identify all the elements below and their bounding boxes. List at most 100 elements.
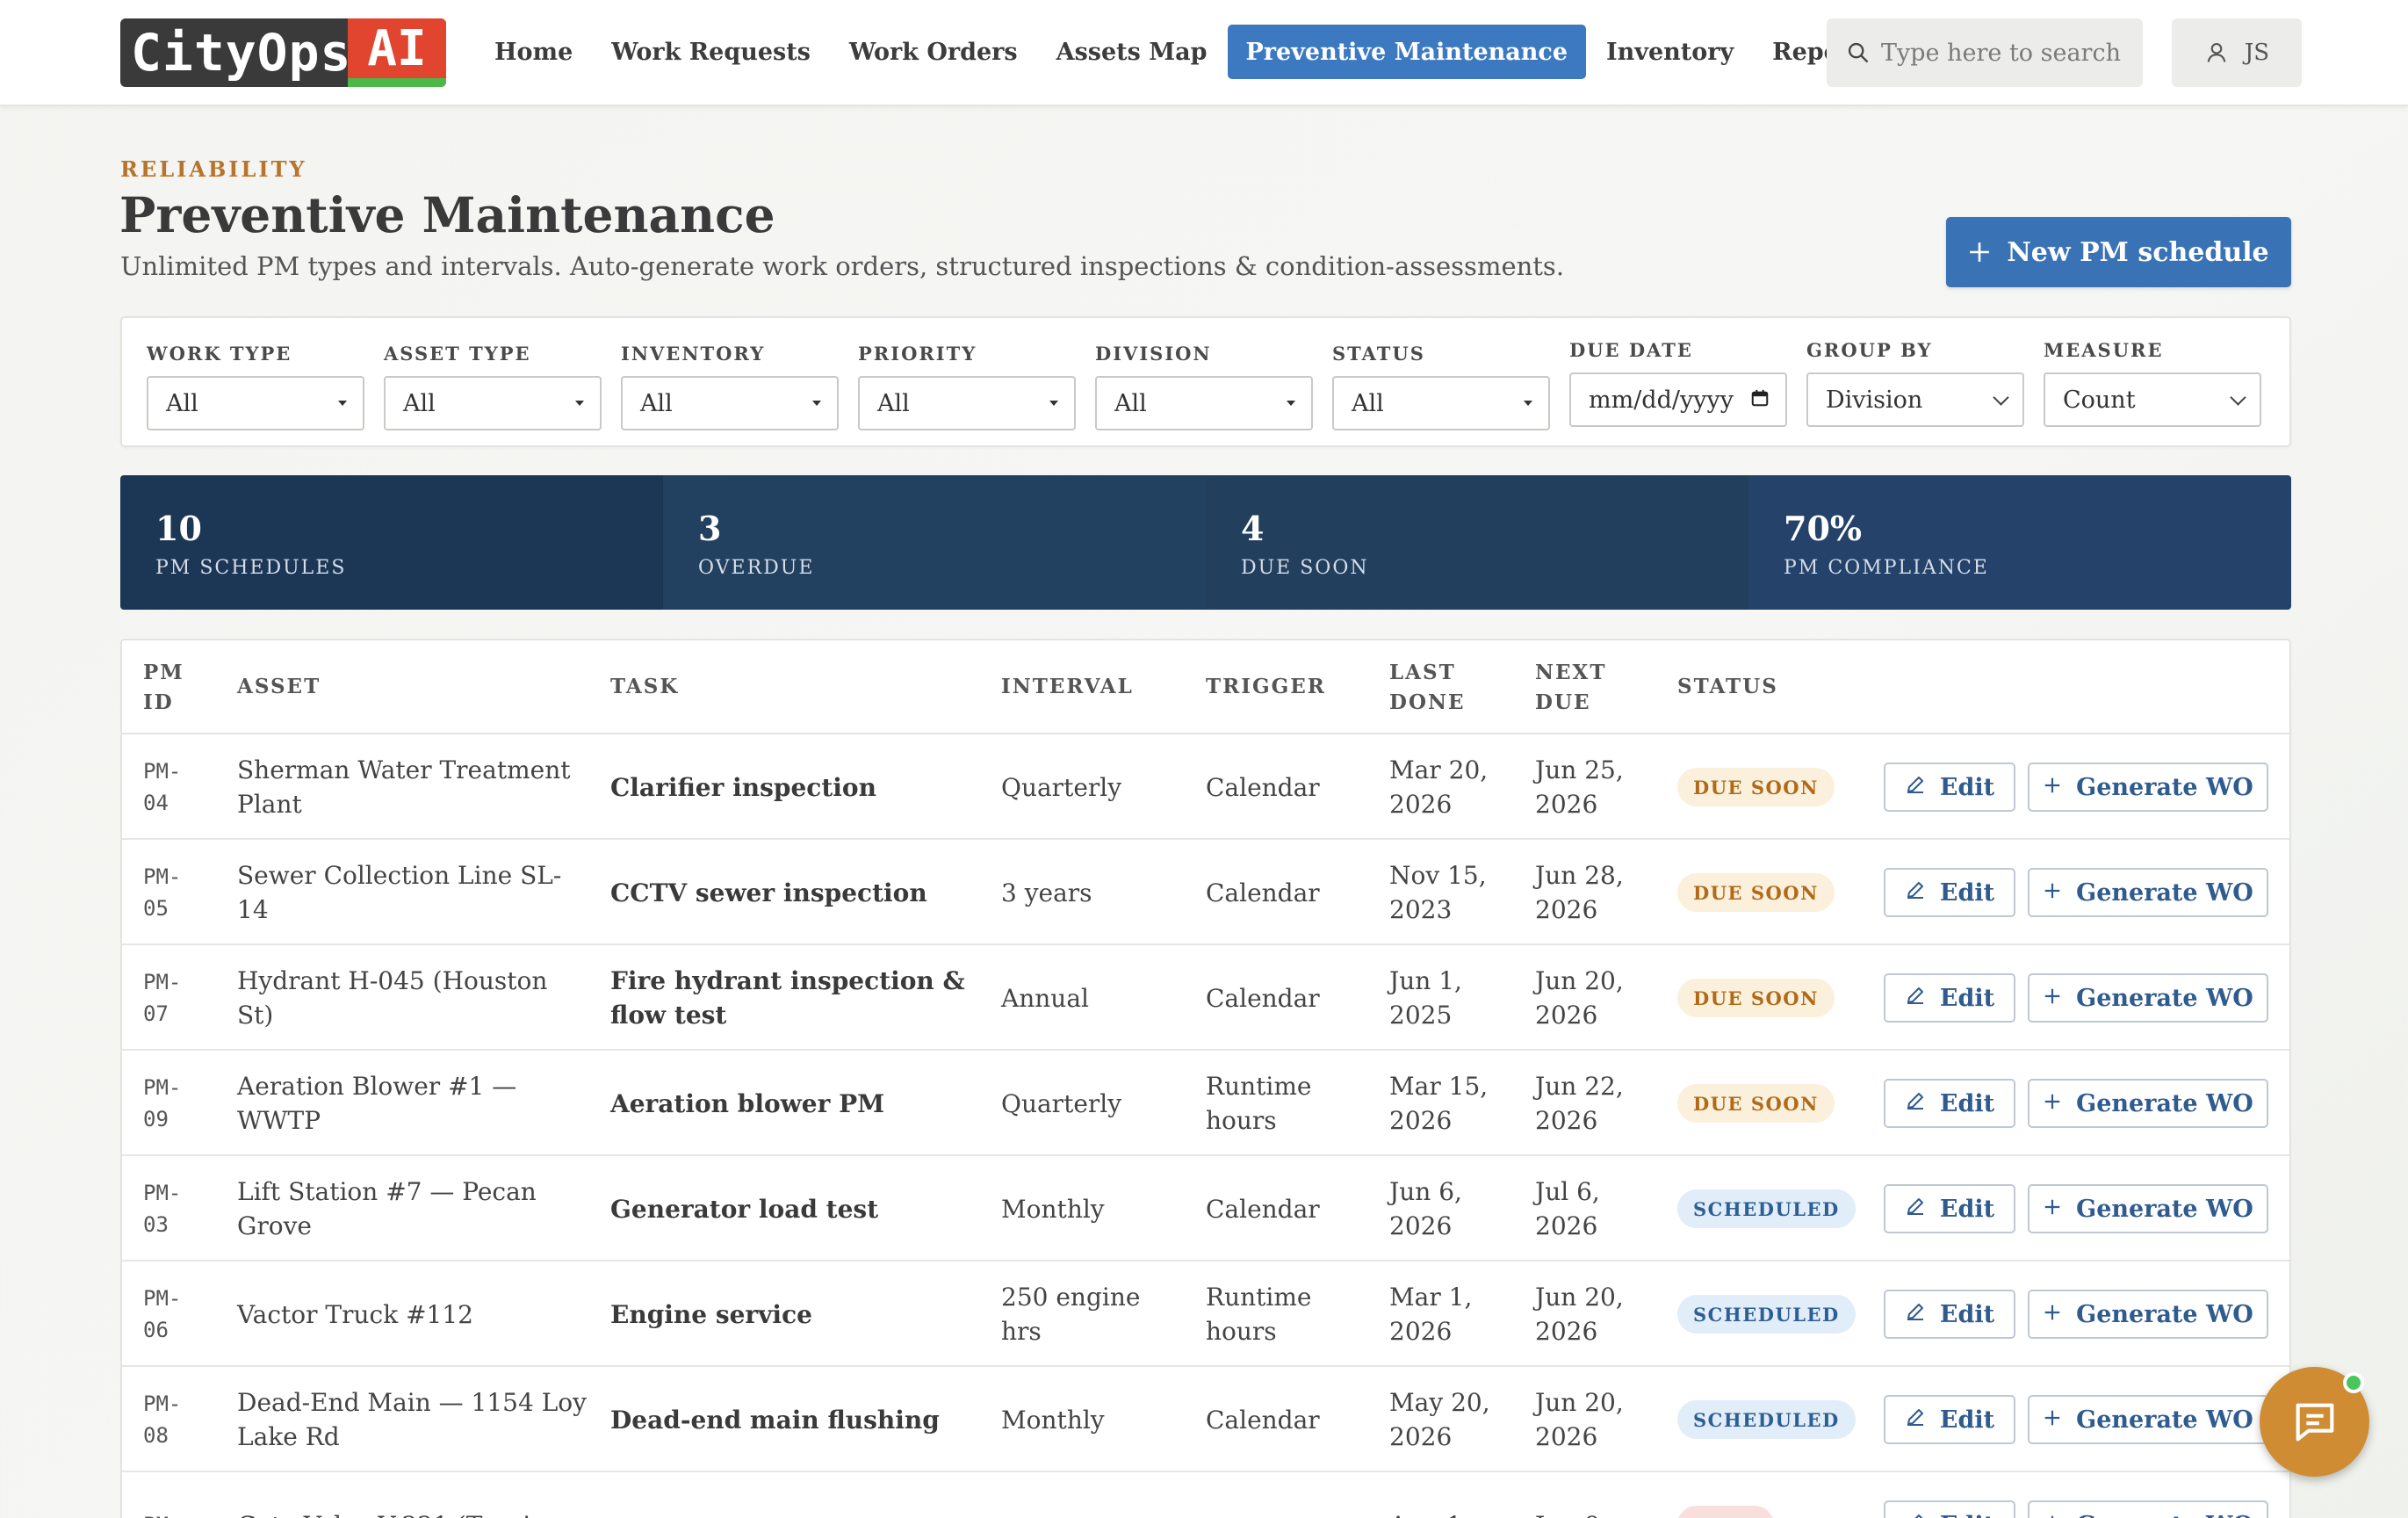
filter-select[interactable]: Division [1806, 372, 2024, 427]
filter-select[interactable]: All [1095, 376, 1313, 430]
stat-value: 3 [698, 509, 722, 548]
asset-cell[interactable]: Gate Valve V-221 (Travis [237, 1508, 588, 1518]
generate-wo-button[interactable]: Generate WO [2028, 1290, 2268, 1339]
task-cell[interactable]: CCTV sewer inspection [610, 876, 979, 910]
nav-item-work-requests[interactable]: Work Requests [593, 25, 829, 79]
asset-cell[interactable]: Aeration Blower #1 — WWTP [237, 1069, 588, 1138]
last-done-cell-line: Mar 1, [1389, 1283, 1473, 1312]
filter-label: DIVISION [1095, 343, 1212, 365]
filter-inventory: INVENTORY All [621, 343, 839, 430]
main-nav: Home Work Requests Work Orders Assets Map Pr… [476, 25, 1897, 79]
filter-select[interactable]: All [384, 376, 602, 430]
trigger-cell-line: Calendar [1206, 1194, 1320, 1224]
table-row[interactable]: PM- Gate Valve V-221 (Travis Aug 1, Jun 9, E… [122, 1472, 2289, 1518]
generate-wo-button[interactable]: Generate WO [2028, 763, 2268, 812]
generate-wo-label: Generate WO [2076, 1406, 2253, 1434]
interval-cell-line: Quarterly [1001, 1088, 1122, 1118]
calendar-icon[interactable] [1750, 387, 1770, 414]
pm-id-cell-line: PM- [143, 864, 182, 889]
asset-cell[interactable]: Dead-End Main — 1154 Loy Lake Rd [237, 1385, 588, 1454]
task-cell[interactable]: Aeration blower PM [610, 1087, 979, 1121]
trigger-cell: Runtime hours [1206, 1069, 1311, 1138]
edit-button[interactable]: Edit [1884, 763, 2015, 812]
generate-wo-button[interactable]: Generate WO [2028, 1079, 2268, 1128]
generate-wo-button[interactable]: Generate WO [2028, 868, 2268, 917]
logo-text: CityOps [131, 23, 352, 83]
task-cell[interactable]: Engine service [610, 1298, 979, 1332]
next-due-cell-line: Jun 20, [1535, 1388, 1624, 1417]
user-icon [2207, 43, 2226, 62]
stat-label: PM COMPLIANCE [1784, 557, 1989, 579]
task-cell-line: Engine service [610, 1299, 812, 1329]
task-cell[interactable]: Fire hydrant inspection & flow test [610, 964, 979, 1032]
nav-item-home[interactable]: Home [476, 25, 591, 79]
asset-cell[interactable]: Hydrant H-045 (Houston St) [237, 964, 588, 1032]
table-row[interactable]: PM- 07 Hydrant H-045 (Houston St) Fire hydra… [122, 945, 2289, 1051]
generate-wo-button[interactable]: Generate WO [2028, 1184, 2268, 1233]
filter-select[interactable]: All [147, 376, 364, 430]
edit-button[interactable]: Edit [1884, 1079, 2015, 1128]
next-due-cell-line: 2026 [1535, 790, 1598, 819]
edit-button[interactable]: Edit [1884, 1500, 2015, 1518]
nav-item-assets-map[interactable]: Assets Map [1038, 25, 1226, 79]
table-row[interactable]: PM- 09 Aeration Blower #1 — WWTP Aeration bl… [122, 1051, 2289, 1156]
col-header-last-done[interactable]: LAST DONE [1389, 658, 1466, 718]
stat-label: PM SCHEDULES [155, 557, 347, 579]
generate-wo-button[interactable]: Generate WO [2028, 1395, 2268, 1444]
pm-id-cell-line: PM- [143, 1286, 182, 1311]
trigger-cell: Calendar [1206, 981, 1320, 1016]
new-pm-schedule-button[interactable]: New PM schedule [1946, 217, 2291, 287]
next-due-cell-line: Jun 20, [1535, 966, 1624, 995]
asset-cell[interactable]: Lift Station #7 — Pecan Grove [237, 1175, 588, 1243]
asset-cell[interactable]: Sewer Collection Line SL- 14 [237, 858, 588, 927]
chat-launcher[interactable] [2260, 1367, 2369, 1477]
filter-select[interactable]: mm/dd/yyyy [1569, 372, 1787, 427]
next-due-cell: Jun 9, [1535, 1508, 1608, 1518]
col-header-asset[interactable]: ASSET [237, 672, 321, 702]
filter-select[interactable]: All [621, 376, 839, 430]
filter-label: WORK TYPE [147, 343, 292, 365]
task-cell[interactable]: Clarifier inspection [610, 770, 979, 805]
table-row[interactable]: PM- 08 Dead-End Main — 1154 Loy Lake Rd Dead… [122, 1367, 2289, 1472]
table-row[interactable]: PM- 06 Vactor Truck #112 Engine service 250 … [122, 1261, 2289, 1367]
filter-label: PRIORITY [858, 343, 977, 365]
table-row[interactable]: PM- 05 Sewer Collection Line SL- 14 CCTV sew… [122, 840, 2289, 945]
trigger-cell-line: Calendar [1206, 983, 1320, 1013]
col-header-pm-id[interactable]: PM ID [143, 658, 184, 718]
search-box[interactable] [1827, 18, 2143, 87]
asset-cell-line: Grove [237, 1211, 312, 1240]
col-header-status[interactable]: STATUS [1677, 672, 1778, 702]
filter-select[interactable]: All [1332, 376, 1550, 430]
asset-cell[interactable]: Vactor Truck #112 [237, 1298, 588, 1332]
nav-item-work-orders[interactable]: Work Orders [831, 25, 1036, 79]
asset-cell[interactable]: Sherman Water Treatment Plant [237, 753, 588, 821]
cityops-logo[interactable]: CityOps AI [120, 18, 446, 87]
col-header-next-due[interactable]: NEXT DUE [1535, 658, 1607, 718]
edit-button[interactable]: Edit [1884, 868, 2015, 917]
last-done-cell: Jun 6, 2026 [1389, 1175, 1462, 1243]
search-input[interactable] [1881, 39, 2136, 67]
user-menu[interactable]: JS [2172, 18, 2302, 87]
table-row[interactable]: PM- 04 Sherman Water Treatment Plant Clarifi… [122, 734, 2289, 840]
col-header-trigger[interactable]: TRIGGER [1206, 672, 1326, 702]
generate-wo-button[interactable]: Generate WO [2028, 973, 2268, 1023]
edit-button[interactable]: Edit [1884, 1184, 2015, 1233]
table-header: PM ID ASSET TASK INTERVAL TRIGGER LAST DON… [122, 640, 2289, 734]
task-cell[interactable]: Generator load test [610, 1192, 979, 1226]
filter-select[interactable]: Count [2044, 372, 2261, 427]
task-cell[interactable]: Dead-end main flushing [610, 1403, 979, 1437]
generate-wo-button[interactable]: Generate WO [2028, 1500, 2268, 1518]
pencil-icon [1905, 774, 1926, 801]
edit-label: Edit [1939, 1089, 1995, 1117]
edit-button[interactable]: Edit [1884, 973, 2015, 1023]
pencil-icon [1905, 1301, 1926, 1328]
nav-item-inventory[interactable]: Inventory [1588, 25, 1752, 79]
col-header-task[interactable]: TASK [610, 672, 679, 702]
col-header-interval[interactable]: INTERVAL [1001, 672, 1134, 702]
last-done-cell: Mar 20, 2026 [1389, 753, 1488, 821]
filter-select[interactable]: All [858, 376, 1076, 430]
edit-button[interactable]: Edit [1884, 1290, 2015, 1339]
edit-button[interactable]: Edit [1884, 1395, 2015, 1444]
table-row[interactable]: PM- 03 Lift Station #7 — Pecan Grove Generat… [122, 1156, 2289, 1261]
nav-item-preventive-maintenance[interactable]: Preventive Maintenance [1227, 25, 1586, 79]
